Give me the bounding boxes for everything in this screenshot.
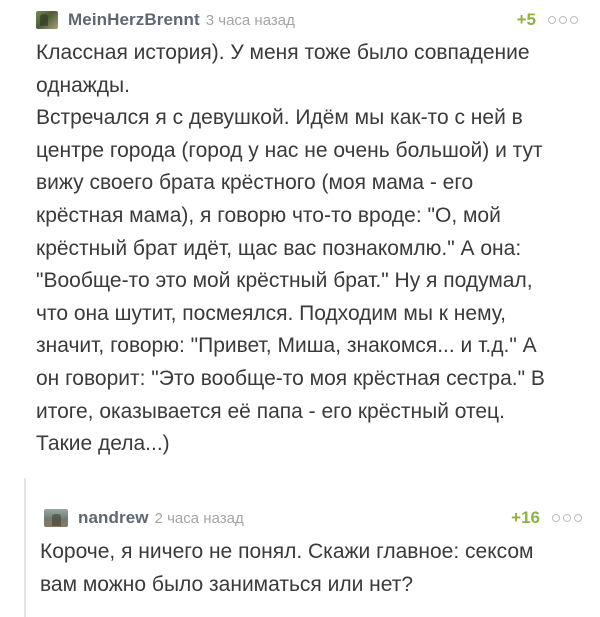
comment-text-line: однажды.: [36, 73, 130, 97]
comment-time[interactable]: 2 часа назад: [155, 510, 244, 527]
comment-text-line: "Вообще-то это мой крёстный брат." Ну я …: [36, 269, 533, 293]
comment-text-line: центре города (город у нас не очень боль…: [36, 138, 543, 162]
comment-header: MeinHerzBrennt 3 часа назад +5: [36, 8, 578, 32]
more-options-icon[interactable]: [552, 514, 582, 522]
comment-header: nandrew 2 часа назад +16: [44, 506, 582, 530]
comment-text-line: что она шутит, посмеялся. Подходим мы к …: [36, 301, 506, 325]
comment-text: Классная история). У меня тоже было совп…: [36, 37, 588, 461]
comment-rating: +16: [511, 508, 540, 527]
comment-text-line: Классная история). У меня тоже было совп…: [36, 41, 530, 64]
reply-comment: nandrew 2 часа назад +16 Короче, я ничег…: [24, 478, 600, 617]
comment-rating: +5: [516, 10, 536, 29]
comment-text-line: Встречался я с девушкой. Идём мы как-то …: [36, 106, 523, 130]
more-options-icon[interactable]: [548, 16, 578, 24]
comment-text: Короче, я ничего не понял. Скажи главное…: [40, 536, 580, 601]
comment-text-line: крёстный брат идёт, щас вас познакомлю."…: [36, 236, 522, 260]
comment: MeinHerzBrennt 3 часа назад +5 Классная …: [0, 0, 600, 470]
avatar[interactable]: [36, 11, 58, 29]
username-link[interactable]: MeinHerzBrennt: [68, 10, 200, 30]
comment-text-line: Такие дела...): [36, 432, 170, 456]
comment-text-line: крёстная мама), я говорю что-то вроде: "…: [36, 203, 501, 227]
comment-text-line: вам можно было заниматься или нет?: [40, 572, 414, 596]
comment-text-line: вижу своего брата крёстного (моя мама - …: [36, 171, 474, 195]
avatar[interactable]: [44, 509, 68, 527]
username-link[interactable]: nandrew: [78, 508, 149, 528]
comment-text-line: значит, говорю: "Привет, Миша, знакомся.…: [36, 334, 537, 358]
comment-time[interactable]: 3 часа назад: [206, 12, 295, 29]
comment-text-line: он говорит: "Это вообще-то моя крёстная …: [36, 366, 545, 390]
comment-text-line: Короче, я ничего не понял. Скажи главное…: [40, 540, 534, 563]
comment-text-line: итоге, оказывается её папа - его крёстны…: [36, 399, 505, 423]
